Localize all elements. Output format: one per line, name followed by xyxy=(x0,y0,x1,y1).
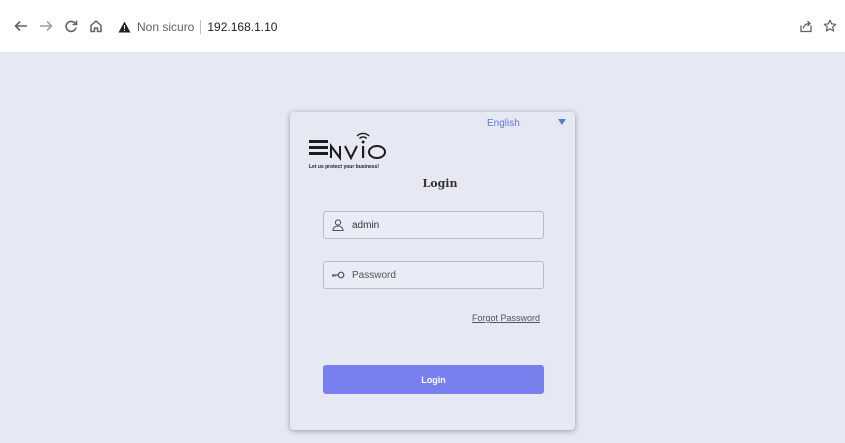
bookmark-star-icon[interactable] xyxy=(821,17,839,35)
warning-icon[interactable] xyxy=(118,21,131,33)
user-icon xyxy=(324,212,352,238)
security-label[interactable]: Non sicuro xyxy=(137,20,194,34)
brand-tagline: Let us protect your business! xyxy=(309,164,380,170)
login-card: English Let us protect your business! Lo… xyxy=(290,112,575,430)
back-icon[interactable] xyxy=(12,17,30,35)
username-input[interactable] xyxy=(352,219,543,231)
password-field[interactable] xyxy=(323,261,544,289)
address-separator xyxy=(200,20,202,34)
key-icon xyxy=(324,262,352,288)
login-button[interactable]: Login xyxy=(323,365,544,394)
browser-toolbar: Non sicuro 192.168.1.10 xyxy=(0,0,845,53)
forward-icon[interactable] xyxy=(37,17,55,35)
reload-icon[interactable] xyxy=(62,17,80,35)
language-select[interactable]: English xyxy=(487,118,520,129)
share-icon[interactable] xyxy=(797,17,815,35)
address-bar[interactable]: Non sicuro 192.168.1.10 xyxy=(118,17,277,37)
forgot-password-link[interactable]: Forgot Password xyxy=(472,313,540,323)
home-icon[interactable] xyxy=(87,17,105,35)
page-title: Login xyxy=(422,177,458,190)
chevron-down-icon[interactable] xyxy=(558,119,566,125)
url-text[interactable]: 192.168.1.10 xyxy=(207,20,277,34)
username-field[interactable] xyxy=(323,211,544,239)
password-input[interactable] xyxy=(352,269,543,281)
